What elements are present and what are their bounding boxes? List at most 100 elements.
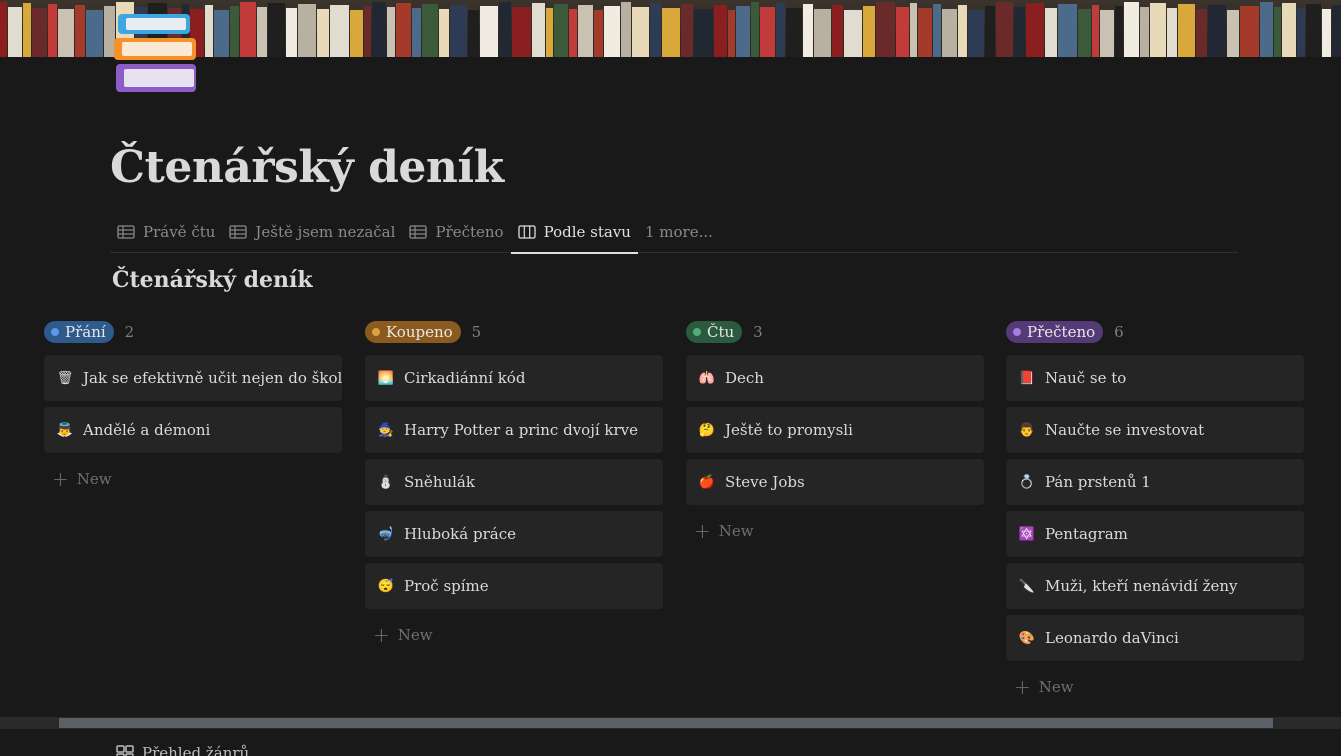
businessman-icon: 👨 [1018,422,1036,438]
view-tabs: Právě čtu Ještě jsem nezačal Přečteno Podle… [110,212,1238,254]
book-spine [760,7,775,57]
book-spine [240,2,256,57]
board-card[interactable]: 🤔 Ještě to promysli [686,407,984,453]
book-spine [832,5,843,57]
book-spine [32,8,47,57]
book-spine [694,9,713,57]
tab-view-3[interactable]: Podle stavu [510,212,639,254]
board-card[interactable]: 🔪 Muži, kteří nenávidí ženy [1006,563,1304,609]
board-card[interactable]: 🫁 Dech [686,355,984,401]
book-spine [1322,9,1331,57]
book-spine [1150,3,1166,57]
board-card[interactable]: 📕 Nauč se to [1006,355,1304,401]
page-title[interactable]: Čtenářský deník [110,142,504,193]
book-spine [786,8,802,57]
status-label: Přání [65,323,106,341]
new-card-button[interactable]: + New [686,511,984,551]
tab-view-2[interactable]: Přečteno [402,212,510,252]
card-title: Steve Jobs [725,473,805,491]
status-dot [51,328,59,336]
book-spine [621,2,631,57]
linked-view-prehled-zanru[interactable]: Přehled žánrů [116,744,249,756]
column-count: 6 [1114,323,1124,341]
status-pill[interactable]: Koupeno [365,321,461,343]
book-spine [1078,9,1091,57]
books-icon[interactable] [112,10,204,98]
book-spine [578,5,593,57]
card-title: Harry Potter a princ dvojí krve [404,421,639,439]
board-card[interactable]: 🌅 Cirkadiánní kód [365,355,663,401]
book-spine [1092,5,1099,57]
card-title: Leonardo daVinci [1045,629,1179,647]
book-spine [910,3,917,57]
status-pill[interactable]: Přání [44,321,114,343]
column-header[interactable]: Přání 2 [44,320,342,344]
apple-icon: 🍎 [698,474,716,490]
board-card[interactable]: 🎨 Leonardo daVinci [1006,615,1304,661]
plus-icon: + [694,519,711,543]
column-header[interactable]: Koupeno 5 [365,320,663,344]
book-spine [364,6,371,57]
book-spine [205,5,213,57]
book-spine [958,5,967,57]
board-card[interactable]: 🗑 Jak se efektivně učit nejen do školy [44,355,342,401]
book-spine [650,3,661,57]
status-pill[interactable]: Přečteno [1006,321,1104,343]
board-card[interactable]: 🔯 Pentagram [1006,511,1304,557]
book-spine [387,7,395,57]
new-card-button[interactable]: + New [44,459,342,499]
board-card[interactable]: 👨 Naučte se investovat [1006,407,1304,453]
tab-label: Podle stavu [543,223,631,241]
book-spine [48,4,57,57]
board-card[interactable]: 💍 Pán prstenů 1 [1006,459,1304,505]
snowman-icon: ⛄ [377,474,395,490]
card-title: Hluboká práce [404,525,516,543]
board-card[interactable]: 👼 Andělé a démoni [44,407,342,453]
book-spine [422,4,438,57]
card-title: Andělé a démoni [83,421,211,439]
book-spine [230,6,239,57]
status-label: Čtu [707,323,735,341]
board-card[interactable]: 🤿 Hluboká práce [365,511,663,557]
book-spine [0,2,7,57]
table-icon [117,225,135,239]
tab-view-0[interactable]: Právě čtu [110,212,222,252]
database-title[interactable]: Čtenářský deník [112,267,313,293]
tab-view-1[interactable]: Ještě jsem nezačal [222,212,402,252]
status-pill[interactable]: Čtu [686,321,743,343]
book-spine [439,9,449,57]
knife-icon: 🔪 [1018,578,1036,594]
card-title: Sněhulák [404,473,475,491]
angel-icon: 👼 [56,422,74,438]
book-spine [546,8,553,57]
book-spine [814,9,831,57]
horizontal-scrollbar[interactable] [0,717,1341,729]
board-card[interactable]: 🍎 Steve Jobs [686,459,984,505]
book-spine [1014,7,1025,57]
board-card[interactable]: 😴 Proč spíme [365,563,663,609]
palette-icon: 🎨 [1018,630,1036,646]
table-icon [229,225,248,239]
column-header[interactable]: Přečteno 6 [1006,320,1304,344]
plus-icon: + [1014,675,1031,699]
status-dot [372,328,380,336]
tab-more[interactable]: 1 more... [638,212,720,252]
book-spine [1100,10,1114,57]
book-spine [298,4,316,57]
scrollbar-thumb[interactable] [59,718,1273,728]
card-title: Pentagram [1045,525,1128,543]
book-spine [918,8,932,57]
new-card-button[interactable]: + New [365,615,663,655]
column-header[interactable]: Čtu 3 [686,320,984,344]
board-card[interactable]: 🧙 Harry Potter a princ dvojí krve [365,407,663,453]
book-spine [1124,2,1139,57]
board-card[interactable]: ⛄ Sněhulák [365,459,663,505]
plus-icon: + [52,467,69,491]
status-label: Přečteno [1027,323,1096,341]
new-card-label: New [76,470,112,488]
book-spine [86,10,103,57]
book-spine [604,6,620,57]
book-spine [776,3,785,57]
new-card-button[interactable]: + New [1006,667,1304,707]
book-spine [1240,6,1259,57]
